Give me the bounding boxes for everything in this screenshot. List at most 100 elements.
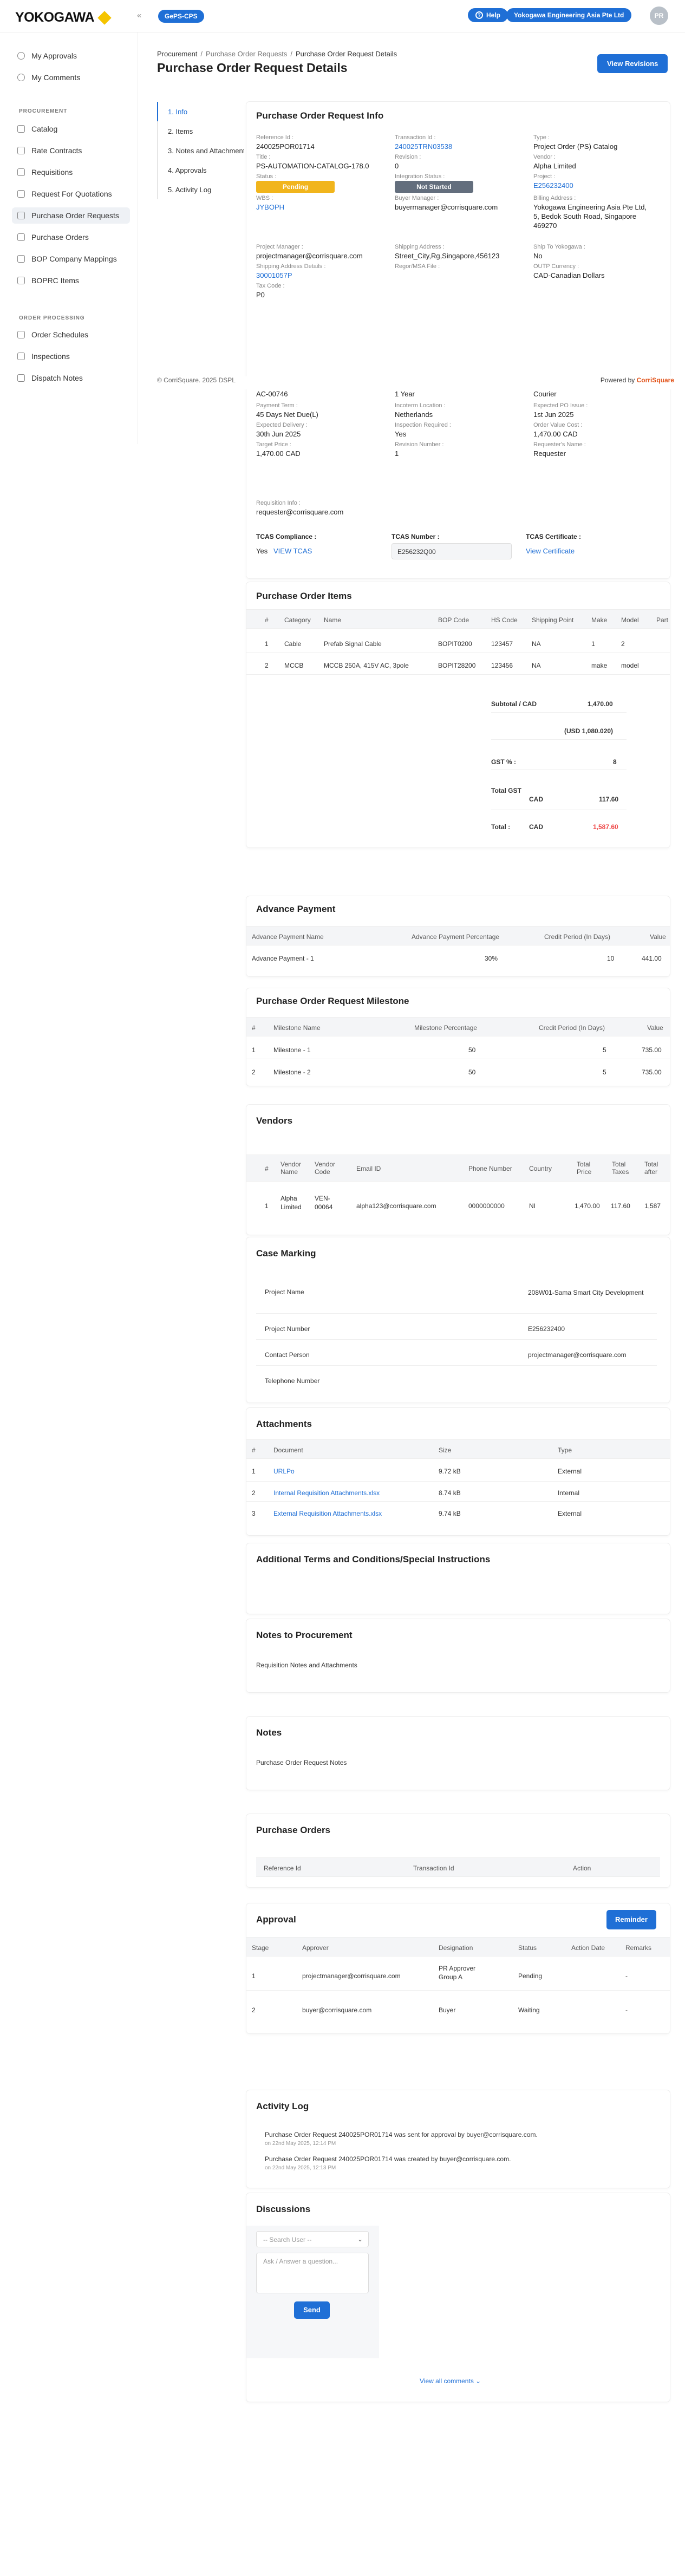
approval-status: Pending	[518, 1972, 543, 1980]
subtotal-value: 1,470.00	[588, 700, 613, 708]
order-value-cost: 1,470.00 CAD	[533, 430, 578, 438]
sidebar-item-purchase-orders[interactable]: Purchase Orders	[12, 229, 130, 245]
attachment-link[interactable]: URLPo	[273, 1468, 295, 1475]
gst-value: 8	[613, 758, 617, 766]
status-badge: Pending	[256, 181, 335, 193]
total-value: 1,587.60	[593, 823, 618, 831]
sidebar-item-po-requests[interactable]: Purchase Order Requests	[12, 207, 130, 224]
notes-text: Purchase Order Request Notes	[256, 1759, 347, 1766]
rate-contracts-icon	[17, 147, 25, 154]
project-name-value: 208W01-Sama Smart City Development	[528, 1289, 644, 1296]
expected-po-issue-value: 1st Jun 2025	[533, 410, 574, 419]
sidebar-section-procurement: PROCUREMENT	[19, 108, 68, 114]
sidebar-item-rfq[interactable]: Request For Quotations	[12, 186, 130, 202]
notes-procurement-card: Notes to Procurement Requisition Notes a…	[246, 1619, 670, 1692]
comment-textarea[interactable]: Ask / Answer a question...	[256, 2253, 369, 2293]
view-certificate-link[interactable]: View Certificate	[526, 546, 575, 556]
requisition-info-value: requester@corrisquare.com	[256, 508, 344, 516]
catalog-icon	[17, 125, 25, 133]
collapse-sidebar-icon[interactable]: «	[137, 11, 141, 20]
sidebar-item-rate-contracts[interactable]: Rate Contracts	[12, 142, 130, 159]
attachment-link[interactable]: External Requisition Attachments.xlsx	[273, 1510, 382, 1517]
nav-notes-attachments[interactable]: 3. Notes and Attachments	[157, 141, 244, 160]
subtotal-usd: (USD 1,080.020)	[564, 727, 614, 735]
milestone-card: Purchase Order Request Milestone # Miles…	[246, 988, 670, 1086]
shipping-address-value: Street_City,Rg,Singapore,456123	[395, 252, 500, 260]
sidebar-item-requisitions[interactable]: Requisitions	[12, 164, 130, 180]
entity-selector[interactable]: Yokogawa Engineering Asia Pte Ltd	[506, 8, 632, 22]
sidebar-item-my-comments[interactable]: My Comments	[12, 69, 130, 86]
advance-payment-card: Advance Payment Advance Payment Name Adv…	[246, 896, 670, 976]
buyer-manager-value: buyermanager@corrisquare.com	[395, 203, 498, 211]
sidebar-item-bop-mappings[interactable]: BOP Company Mappings	[12, 251, 130, 267]
chevron-down-icon: ⌄	[475, 2377, 481, 2385]
inspections-icon	[17, 353, 25, 360]
approval-status: Waiting	[518, 2006, 540, 2014]
sidebar: My Approvals My Comments PROCUREMENT Cat…	[0, 32, 138, 444]
powered-by: Powered by CorriSquare	[600, 376, 674, 384]
target-price-value: 1,470.00 CAD	[256, 449, 301, 458]
integration-status-badge: Not Started	[395, 181, 473, 193]
view-all-comments-link[interactable]: View all comments ⌄	[420, 2377, 481, 2385]
revision-number-value: 1	[395, 449, 399, 458]
requisitions-icon	[17, 168, 25, 176]
currency-value: CAD-Canadian Dollars	[533, 271, 605, 279]
wbs-link[interactable]: JYBOPH	[256, 203, 284, 212]
sidebar-item-inspections[interactable]: Inspections	[12, 348, 130, 364]
total-gst-value: 117.60	[599, 795, 619, 803]
info-title: Purchase Order Request Info	[256, 110, 384, 121]
sidebar-item-dispatch-notes[interactable]: Dispatch Notes	[12, 370, 130, 386]
reminder-button[interactable]: Reminder	[606, 1910, 656, 1929]
approval-card: Approval Reminder Stage Approver Designa…	[246, 1903, 670, 2033]
boprc-items-icon	[17, 277, 25, 284]
view-tcas-link[interactable]: VIEW TCAS	[273, 546, 312, 556]
nav-items[interactable]: 2. Items	[157, 121, 244, 141]
breadcrumb-po-requests[interactable]: Purchase Order Requests	[206, 50, 287, 58]
footer: © CorriSquare. 2025 DSPL Powered by Corr…	[157, 376, 677, 389]
ship-to-yokogawa-value: No	[533, 252, 543, 260]
tax-code-value: P0	[256, 291, 265, 299]
nav-approvals[interactable]: 4. Approvals	[157, 160, 244, 180]
vendors-card: Vendors # Vendor Name Vendor Code Email …	[246, 1105, 670, 1235]
breadcrumb-current: Purchase Order Request Details	[295, 50, 397, 58]
sidebar-item-catalog[interactable]: Catalog	[12, 121, 130, 137]
attachment-link[interactable]: Internal Requisition Attachments.xlsx	[273, 1489, 380, 1497]
case-marking-card: Case Marking Project Name 208W01-Sama Sm…	[246, 1237, 670, 1403]
section-nav: 1. Info 2. Items 3. Notes and Attachment…	[157, 102, 244, 199]
bop-mappings-icon	[17, 255, 25, 263]
yokogawa-logo[interactable]: YOKOGAWA	[15, 10, 112, 25]
sidebar-item-my-approvals[interactable]: My Approvals	[12, 48, 130, 64]
attachments-card: Attachments # Document Size Type 1 URLPo…	[246, 1408, 670, 1535]
send-button[interactable]: Send	[294, 2301, 330, 2319]
reference-id: 240025POR01714	[256, 142, 315, 151]
corrisquare-logo: CorriSquare	[636, 376, 674, 384]
title-value: PS-AUTOMATION-CATALOG-178.0	[256, 162, 369, 170]
shipping-details-link[interactable]: 30001057P	[256, 271, 292, 280]
help-button[interactable]: ? Help	[468, 8, 508, 22]
search-user-select[interactable]: -- Search User -- ⌄	[256, 2231, 369, 2247]
incoterm-location-value: Netherlands	[395, 410, 433, 419]
discussions-card: Discussions -- Search User -- ⌄ Ask / Ans…	[246, 2193, 670, 2402]
avatar[interactable]: PR	[650, 6, 668, 25]
type-value: Project Order (PS) Catalog	[533, 142, 618, 151]
sidebar-item-boprc-items[interactable]: BOPRC Items	[12, 272, 130, 289]
nav-info[interactable]: 1. Info	[157, 102, 244, 121]
expected-delivery-value: 30th Jun 2025	[256, 430, 301, 438]
view-revisions-button[interactable]: View Revisions	[597, 54, 668, 73]
project-link[interactable]: E256232400	[533, 181, 573, 190]
notes-card: Notes Purchase Order Request Notes	[246, 1717, 670, 1790]
top-bar: YOKOGAWA « GePS-CPS ? Help Yokogawa Engin…	[0, 0, 685, 32]
activity-log-card: Activity Log Purchase Order Request 2400…	[246, 2090, 670, 2188]
po-requests-icon	[17, 212, 25, 219]
rfq-icon	[17, 190, 25, 198]
sidebar-item-order-schedules[interactable]: Order Schedules	[12, 327, 130, 343]
items-card: Purchase Order Items # Category Name BOP…	[246, 582, 670, 847]
logo-diamond-icon	[97, 10, 112, 25]
app-badge[interactable]: GePS-CPS	[158, 10, 204, 23]
help-icon: ?	[475, 11, 483, 19]
breadcrumb-procurement[interactable]: Procurement	[157, 50, 197, 58]
notes-procurement-text: Requisition Notes and Attachments	[256, 1661, 357, 1669]
nav-activity-log[interactable]: 5. Activity Log	[157, 180, 244, 199]
comments-icon	[17, 74, 25, 81]
transaction-id-link[interactable]: 240025TRN03538	[395, 142, 452, 151]
